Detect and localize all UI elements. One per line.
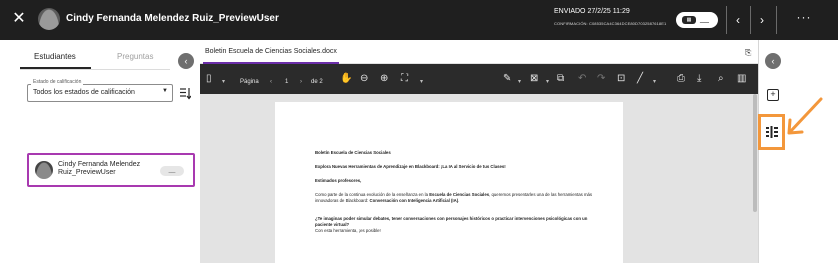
page-label: Página [240, 79, 259, 85]
chevron-left-icon[interactable]: ‹ [728, 8, 748, 32]
search-icon[interactable]: ⌕ [718, 73, 724, 85]
collapse-right-panel-button[interactable]: ‹ [765, 53, 781, 69]
chevron-down-icon[interactable]: ▾ [518, 76, 521, 88]
submission-sent-date: ENVIADO 27/2/25 11:29 [554, 8, 630, 15]
close-icon[interactable]: ✕ [10, 10, 28, 28]
tab-students[interactable]: Estudiantes [34, 52, 76, 61]
chevron-down-icon[interactable]: ▾ [222, 76, 225, 88]
stamp-icon[interactable]: ⊠ [530, 73, 538, 85]
user-name: Cindy Fernanda Melendez Ruiz_PreviewUser [66, 13, 279, 24]
page-total: de 2 [311, 79, 323, 85]
tab-active-indicator [20, 67, 91, 69]
sort-icon[interactable] [179, 86, 191, 100]
grading-status-value: Todos los estados de calificación [33, 89, 135, 96]
chevron-down-icon[interactable]: ▾ [420, 76, 423, 88]
add-feedback-icon[interactable]: + [767, 89, 779, 101]
chevron-down-icon[interactable]: ▾ [546, 76, 549, 88]
grade-pill-button[interactable]: ▦ __ [676, 12, 718, 28]
divider [758, 40, 759, 263]
doc-paragraph: Como parte de la continua evolución de l… [315, 192, 593, 203]
download-icon[interactable]: ⎘ [745, 48, 751, 58]
header-bar: ✕ Cindy Fernanda Melendez Ruiz_PreviewUs… [0, 0, 838, 40]
chevron-down-icon[interactable]: ▾ [653, 76, 656, 88]
arrow-pointer [787, 97, 823, 135]
document-page: Boletín Escuela de Ciencias Sociales Exp… [275, 102, 623, 263]
grading-status-label: Estado de calificación [31, 79, 84, 85]
divider [726, 6, 727, 34]
chevron-right-icon[interactable]: › [752, 8, 772, 32]
hand-icon[interactable]: ✋ [340, 73, 352, 85]
pen-icon[interactable]: ✎ [503, 73, 511, 85]
student-name: Cindy Fernanda Melendez Ruiz_PreviewUser [58, 161, 141, 176]
prev-page-icon[interactable]: ‹ [270, 76, 272, 88]
students-panel: Estudiantes Preguntas ‹ Estado de califi… [0, 40, 200, 263]
document-toolbar: ▯ ▾ Página ‹ 1 › de 2 ✋ ⊖ ⊕ ⛶ ▾ ✎ ▾ ⊠ ▾ … [200, 64, 758, 94]
doc-subtitle: Explora Nuevas Herramientas de Aprendiza… [315, 164, 506, 169]
line-icon[interactable]: ╱ [637, 73, 643, 85]
copy-icon[interactable]: ⧉ [557, 73, 564, 85]
text-box-icon[interactable]: ⊡ [617, 73, 625, 85]
document-viewer[interactable]: Boletín Escuela de Ciencias Sociales Exp… [200, 94, 758, 263]
doc-closing: Con esta herramienta, ¡es posible! [315, 228, 381, 233]
right-sidebar: ‹ + [758, 40, 838, 263]
more-icon[interactable]: ··· [792, 10, 816, 28]
user-avatar [38, 8, 60, 30]
confirmation-code: CONFIRMACIÓN: C08535CA4C364DCE80D7032587… [554, 21, 667, 26]
current-page-input[interactable]: 1 [285, 76, 288, 88]
undo-icon[interactable]: ↶ [578, 73, 586, 85]
grade-icon: ▦ [682, 16, 696, 24]
zoom-out-icon[interactable]: ⊖ [360, 73, 368, 85]
doc-title: Boletín Escuela de Ciencias Sociales [315, 150, 391, 155]
tab-divider [20, 69, 170, 70]
student-list-item[interactable]: Cindy Fernanda Melendez Ruiz_PreviewUser… [27, 153, 195, 187]
print-icon[interactable]: ⎙ [677, 73, 685, 85]
chevron-down-icon: ▼ [162, 88, 168, 94]
student-avatar [35, 161, 53, 179]
download-tray-icon[interactable]: ⤓ [697, 73, 701, 85]
doc-greeting: Estimados profesores, [315, 178, 362, 183]
divider [776, 6, 777, 34]
tab-questions[interactable]: Preguntas [117, 52, 153, 61]
grade-value: __ [700, 14, 709, 23]
divider [750, 6, 751, 34]
student-grade-badge: __ [160, 166, 184, 176]
document-tab[interactable]: Boletin Escuela de Ciencias Sociales.doc… [205, 48, 337, 55]
scrollbar-thumb[interactable] [753, 94, 757, 212]
reader-view-icon[interactable]: ▥ [737, 73, 746, 85]
fit-page-icon[interactable]: ⛶ [401, 73, 408, 85]
document-tab-bar: Boletin Escuela de Ciencias Sociales.doc… [200, 40, 758, 64]
redo-icon[interactable]: ↷ [597, 73, 605, 85]
doc-question: ¿Te imaginas poder simular debates, tene… [315, 216, 588, 227]
next-page-icon[interactable]: › [300, 76, 302, 88]
rubric-grading-icon[interactable] [766, 126, 778, 138]
collapse-left-panel-button[interactable]: ‹ [178, 53, 194, 69]
sidebar-toggle-icon[interactable]: ▯ [206, 73, 212, 85]
zoom-in-icon[interactable]: ⊕ [380, 73, 388, 85]
